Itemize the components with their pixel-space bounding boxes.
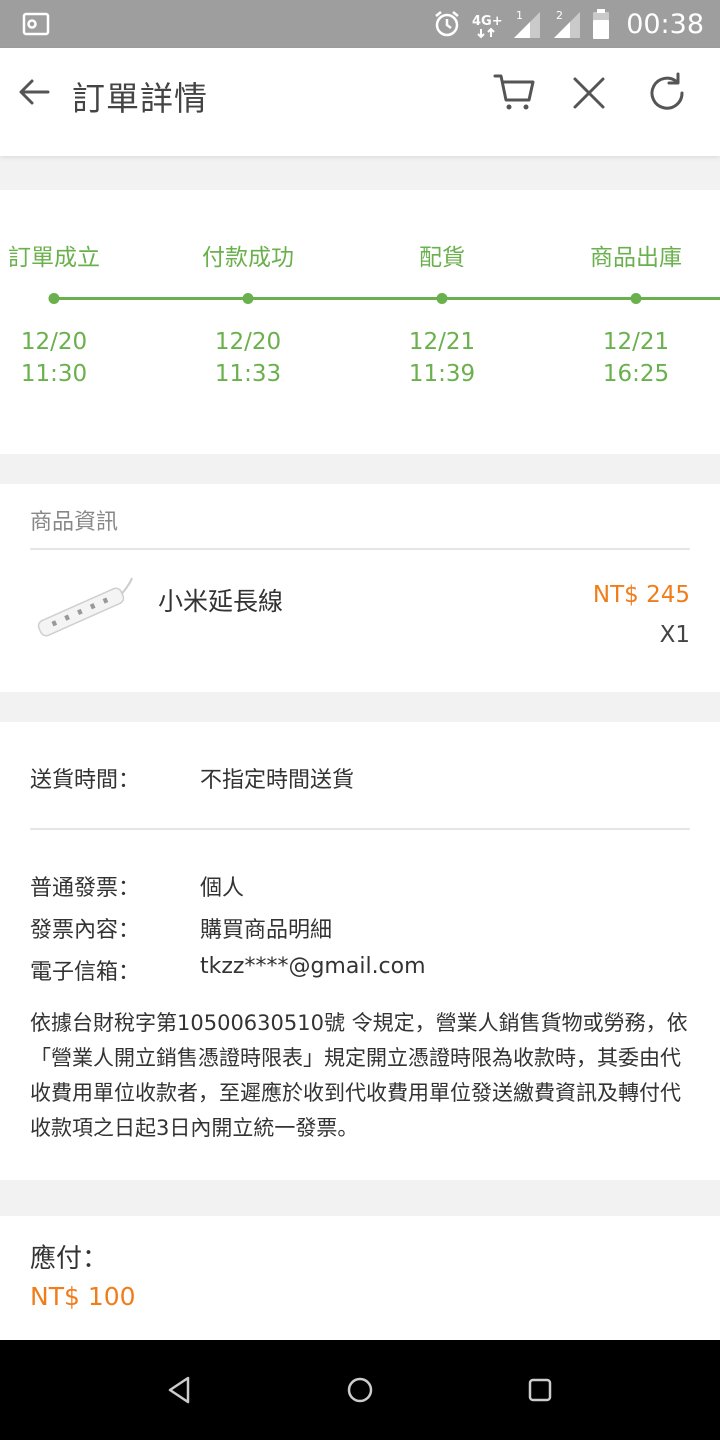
total-amount: NT$ 100	[30, 1282, 136, 1311]
timeline-line	[54, 297, 720, 300]
timeline-step-date: 12/21 16:25	[603, 326, 669, 390]
invoice-section: 送貨時間： 不指定時間送貨 普通發票： 個人 發票內容： 購買商品明細 電子信箱…	[0, 722, 720, 1180]
timeline-dot	[436, 293, 448, 304]
4g-icon: 4G+	[472, 14, 502, 39]
timeline-step-label: 訂單成立	[8, 245, 100, 271]
invoice-type-label: 普通發票：	[30, 876, 141, 901]
signal-sim2-icon: 2	[554, 9, 581, 38]
product-quantity: X1	[659, 622, 690, 648]
status-time: 00:38	[626, 8, 704, 40]
nav-recents-icon[interactable]	[520, 1370, 560, 1410]
status-bar: 4G+ 1 2 00:38	[0, 0, 720, 48]
signal-sim1-icon: 1	[514, 9, 541, 38]
invoice-content-value: 購買商品明細	[200, 918, 333, 943]
timeline-time: 16:25	[602, 361, 670, 387]
invoice-content-label: 發票內容：	[30, 918, 141, 943]
timeline-step-label: 付款成功	[202, 245, 294, 271]
timeline-date: 12/20	[214, 329, 282, 355]
cart-icon[interactable]	[492, 70, 538, 116]
svg-text:1: 1	[516, 9, 523, 22]
alarm-icon	[435, 11, 459, 37]
product-image	[37, 577, 133, 637]
timeline-dot	[48, 293, 60, 304]
section-title: 商品資訊	[30, 510, 119, 535]
timeline-date: 12/20	[20, 329, 88, 355]
refresh-icon[interactable]	[644, 70, 690, 116]
divider	[30, 548, 690, 550]
email-label: 電子信箱：	[30, 960, 141, 985]
order-timeline: 訂單成立 12/20 11:30 付款成功 12/20 11:33 配貨 12/…	[0, 190, 720, 454]
timeline-time: 11:39	[408, 361, 476, 387]
timeline-date: 12/21	[602, 329, 670, 355]
product-section: 商品資訊 小米延長線 NT$ 245 X1	[0, 484, 720, 692]
system-nav-bar	[0, 1340, 720, 1440]
nav-home-icon[interactable]	[340, 1370, 380, 1410]
divider	[30, 828, 690, 830]
timeline-step-label: 商品出庫	[590, 245, 682, 271]
page-title: 訂單詳情	[72, 79, 208, 118]
timeline-step-date: 12/20 11:30	[21, 326, 87, 390]
total-label: 應付：	[30, 1244, 109, 1274]
timeline-step-date: 12/21 11:39	[409, 326, 475, 390]
timeline-time: 11:33	[214, 361, 282, 387]
nav-back-icon[interactable]	[160, 1370, 200, 1410]
close-icon[interactable]	[566, 70, 612, 116]
invoice-notice: 依據台財稅字第10500630510號 令規定，營業人銷售貨物或勞務，依「營業人…	[30, 1011, 688, 1140]
svg-text:4G+: 4G+	[472, 14, 502, 29]
timeline-step-label: 配貨	[419, 245, 465, 271]
timeline-time: 11:30	[20, 361, 88, 387]
email-value: tkzz****@gmail.com	[200, 954, 426, 979]
back-arrow-icon[interactable]	[16, 74, 52, 110]
screenshot-icon	[22, 12, 50, 36]
delivery-time-label: 送貨時間：	[30, 768, 141, 793]
battery-icon	[593, 9, 610, 39]
delivery-time-value: 不指定時間送貨	[200, 768, 355, 793]
invoice-type-value: 個人	[200, 876, 245, 901]
timeline-step-date: 12/20 11:33	[215, 326, 281, 390]
product-price: NT$ 245	[592, 582, 690, 608]
svg-text:2: 2	[556, 9, 563, 22]
timeline-date: 12/21	[408, 329, 476, 355]
product-name: 小米延長線	[158, 587, 284, 616]
timeline-dot	[242, 293, 254, 304]
timeline-dot	[630, 293, 642, 304]
app-bar: 訂單詳情	[0, 48, 720, 156]
total-section: 應付： NT$ 100	[0, 1216, 720, 1340]
